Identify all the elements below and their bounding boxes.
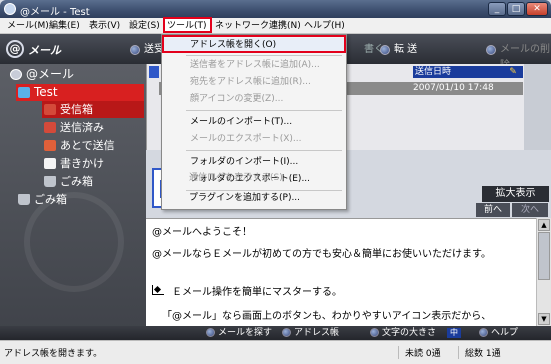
write-button[interactable]: 書く xyxy=(350,42,384,58)
folder-send-later[interactable]: あとで送信 xyxy=(42,137,144,154)
font-size-label: 文字の大きさ xyxy=(382,328,437,338)
menu-separator xyxy=(186,150,342,151)
minimize-button[interactable]: _ xyxy=(488,2,506,16)
menu-add-plugin[interactable]: プラグインを追加する(P)... xyxy=(163,191,343,206)
expand-view-button[interactable]: 拡大表示 xyxy=(482,186,549,202)
preview-line: Ｅメール操作を簡単にマスターする。 xyxy=(172,287,342,298)
previous-button[interactable]: 前へ xyxy=(476,203,510,217)
scroll-thumb[interactable] xyxy=(538,232,550,280)
address-book-button[interactable]: アドレス帳 xyxy=(282,326,339,340)
app-icon xyxy=(4,3,16,15)
menu-bar: メール(M) 編集(E) 表示(V) 設定(S) ツール(T) ネットワーク連携… xyxy=(0,18,551,34)
menu-separator xyxy=(186,110,342,111)
app-logo: @ メール xyxy=(6,40,66,58)
folder-label: 書きかけ xyxy=(60,157,104,170)
folder-trash[interactable]: ごみ箱 xyxy=(16,191,144,208)
send-receive-button[interactable]: 送受 xyxy=(130,42,164,58)
menu-tools[interactable]: ツール(T) xyxy=(164,19,210,33)
delete-mail-button[interactable]: メールの削除 xyxy=(486,42,551,71)
forward-label: 転 送 xyxy=(394,44,418,55)
next-button[interactable]: 次へ xyxy=(512,203,548,217)
menu-add-sender[interactable]: 送信者をアドレス帳に追加(A)... xyxy=(164,58,344,73)
row-date: 2007/01/10 17:48 xyxy=(413,83,494,93)
title-bar: @メール - Test _ □ ✕ xyxy=(0,0,551,18)
mail-root-icon xyxy=(10,69,22,80)
status-message: アドレス帳を開きます。 xyxy=(4,349,103,359)
font-size-button[interactable]: 文字の大きさ xyxy=(370,326,436,340)
search-mail-button[interactable]: メールを探す xyxy=(206,326,272,340)
send-later-icon xyxy=(44,140,56,151)
message-list-scrollbar[interactable] xyxy=(524,64,551,150)
menu-export-mail[interactable]: メールのエクスポート(X)... xyxy=(164,132,344,147)
logo-text: メール xyxy=(28,44,61,57)
menu-view[interactable]: 表示(V) xyxy=(86,19,123,33)
folder-label: ごみ箱 xyxy=(60,175,93,188)
folder-label: ごみ箱 xyxy=(34,193,67,206)
folder-label: Test xyxy=(34,85,58,99)
folder-label: 送信済み xyxy=(60,121,104,134)
preview-line: 「@メール」なら画面上のボタンも、わかりやすいアイコン表示だから、 xyxy=(162,311,492,322)
menu-mail[interactable]: メール(M) xyxy=(4,19,52,33)
menu-edit[interactable]: 編集(E) xyxy=(46,19,83,33)
unread-count: 未読 0通 xyxy=(398,346,441,359)
folder-label: 受信箱 xyxy=(60,103,93,116)
folder-root[interactable]: @メール xyxy=(8,66,144,83)
search-mail-label: メールを探す xyxy=(218,328,273,338)
sort-arrow-icon[interactable] xyxy=(149,66,159,78)
menu-show-comm-log[interactable]: 通信ログを表示する(S) xyxy=(163,171,343,186)
folder-inbox[interactable]: 受信箱 xyxy=(42,101,144,118)
menu-open-address-book[interactable]: アドレス帳を開く(O) xyxy=(164,38,344,53)
trash-icon xyxy=(44,176,56,187)
draft-icon xyxy=(44,158,56,169)
menu-import-mail[interactable]: メールのインポート(T)... xyxy=(164,115,344,130)
attachment-column-icon[interactable]: ✎ xyxy=(503,66,523,78)
menu-separator xyxy=(186,55,342,56)
column-header-date[interactable]: 送信日時 xyxy=(413,66,503,78)
message-preview: @メールへようこそ！ @メールならＥメールが初めての方でも安心＆簡単にお使いいた… xyxy=(146,218,536,326)
inbox-icon xyxy=(44,104,56,115)
folder-sent[interactable]: 送信済み xyxy=(42,119,144,136)
scroll-up-icon[interactable]: ▲ xyxy=(538,219,550,231)
sent-icon xyxy=(44,122,56,133)
maximize-button[interactable]: □ xyxy=(507,2,525,16)
address-book-icon xyxy=(282,328,291,337)
total-count: 総数 1通 xyxy=(458,346,501,359)
help-label: ヘルプ xyxy=(491,328,519,338)
search-icon xyxy=(206,328,215,337)
help-button[interactable]: ヘルプ xyxy=(479,326,518,340)
help-icon xyxy=(479,328,488,337)
account-icon xyxy=(18,87,30,98)
folder-label: あとで送信 xyxy=(60,139,115,152)
menu-change-face-icon[interactable]: 顔アイコンの変更(Z)... xyxy=(164,92,344,107)
font-size-value[interactable]: 中 xyxy=(447,328,461,338)
font-size-icon xyxy=(370,328,379,337)
menu-network[interactable]: ネットワーク連携(N) xyxy=(212,19,304,33)
menu-import-folder[interactable]: フォルダのインポート(I)... xyxy=(164,155,344,170)
delete-icon xyxy=(486,45,496,55)
menu-add-recipient[interactable]: 宛先をアドレス帳に追加(R)... xyxy=(164,75,344,90)
address-book-label: アドレス帳 xyxy=(294,328,340,338)
status-bar: アドレス帳を開きます。 未読 0通 総数 1通 xyxy=(0,340,551,364)
forward-button[interactable]: 転 送 xyxy=(380,42,417,58)
menu-settings[interactable]: 設定(S) xyxy=(126,19,163,33)
logo-mark: @ xyxy=(6,40,24,58)
menu-help[interactable]: ヘルプ(H) xyxy=(301,19,348,33)
forward-icon xyxy=(380,45,390,55)
preview-line: @メールならＥメールが初めての方でも安心＆簡単にお使いいただけます。 xyxy=(152,249,491,260)
folder-drafts[interactable]: 書きかけ xyxy=(42,155,144,172)
preview-line: @メールへようこそ！ xyxy=(152,227,252,238)
folder-account-trash[interactable]: ごみ箱 xyxy=(42,173,144,190)
bottom-toolbar: メールを探す アドレス帳 文字の大きさ 中 ヘルプ xyxy=(0,326,551,340)
folder-label: @メール xyxy=(26,67,75,81)
folder-account-test[interactable]: Test xyxy=(16,84,144,101)
folder-pane: @メール Test 受信箱 送信済み あとで送信 書きかけ ごみ箱 ごみ箱 xyxy=(0,64,146,350)
preview-scrollbar[interactable]: ▲ ▼ xyxy=(536,218,551,326)
bullet-marker-icon xyxy=(152,285,164,295)
scroll-down-icon[interactable]: ▼ xyxy=(538,313,550,325)
send-receive-icon xyxy=(130,45,140,55)
window-title: @メール - Test xyxy=(20,7,90,18)
close-button[interactable]: ✕ xyxy=(526,2,548,16)
trash-icon xyxy=(18,194,30,205)
